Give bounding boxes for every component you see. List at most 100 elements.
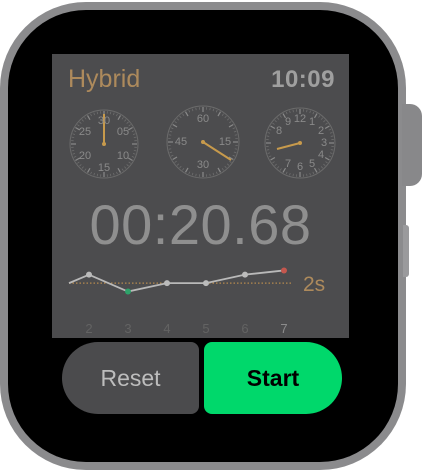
dial-tick (132, 133, 136, 135)
lap-number-label: 4 (163, 321, 170, 336)
dial-tick (274, 163, 277, 167)
dial-tick (169, 151, 173, 154)
dial-tick (226, 163, 230, 166)
dial-tick (312, 111, 315, 115)
dial-tick (188, 109, 191, 113)
dial-tick (289, 172, 291, 176)
dial-tick (131, 130, 135, 132)
dial-tick (292, 173, 294, 177)
dial-tick (215, 171, 218, 175)
dial-tick (77, 161, 80, 164)
dial-tick (234, 148, 238, 150)
dial-tick (224, 165, 227, 169)
lap-number-label: 7 (280, 321, 287, 336)
dial-tick (168, 134, 172, 136)
dial-tick (309, 110, 311, 114)
start-button[interactable]: Start (204, 342, 342, 414)
dial-tick (312, 171, 315, 175)
dial-tick (328, 128, 332, 131)
dial-label: 05 (116, 126, 130, 138)
dial-tick (234, 134, 238, 136)
dial-tick (268, 155, 272, 158)
digital-crown[interactable] (402, 104, 422, 186)
dial-tick (179, 165, 182, 169)
dial-tick (132, 153, 136, 155)
dial-tick (309, 172, 311, 176)
dial-tick (188, 171, 191, 175)
dial-tick (233, 130, 237, 133)
dial-label: 8 (275, 125, 283, 137)
dial-tick (121, 117, 124, 120)
dial-tick (209, 107, 211, 111)
dial-tick (90, 171, 92, 175)
dial-tick (195, 107, 197, 111)
dial-label: 20 (78, 150, 92, 162)
dial-tick (276, 117, 280, 120)
seconds-subdial: 30 05 10 15 20 25 (68, 108, 140, 180)
dial-tick (330, 135, 334, 137)
dial-tick (318, 168, 321, 171)
dial-tick (272, 122, 275, 125)
dial-tick (128, 161, 131, 164)
dial-label: 30 (97, 115, 111, 127)
dial-tick (285, 111, 288, 115)
dial-tick (323, 163, 326, 167)
dial-tick (117, 167, 122, 173)
dial-label: 1 (308, 116, 316, 128)
dial-tick (329, 132, 333, 134)
reset-button[interactable]: Reset (62, 342, 199, 414)
dial-tick (96, 111, 99, 115)
dial-tick (179, 115, 182, 119)
dial-tick (86, 167, 91, 173)
side-button[interactable] (403, 225, 409, 277)
dial-tick (81, 166, 84, 169)
lap-point (164, 280, 170, 287)
dial-tick (182, 113, 185, 116)
dial-tick (217, 111, 222, 117)
dial-label: 3 (320, 137, 328, 149)
dial-tick (113, 112, 115, 116)
dial-tick (84, 168, 87, 171)
dial-tick (109, 173, 112, 177)
dial-tick (176, 163, 180, 166)
dial-tick (324, 156, 330, 161)
dial-tick (279, 115, 282, 118)
dial-tick (270, 125, 276, 130)
lap-number-label: 6 (241, 321, 248, 336)
dial-tick (329, 152, 333, 154)
dial-tick (232, 127, 236, 130)
dial-tick (292, 109, 294, 113)
average-label: 2s (303, 273, 325, 296)
dial-tick (266, 149, 270, 151)
dial-tick (133, 136, 137, 139)
dial-label: 4 (317, 149, 325, 161)
dial-tick (184, 111, 189, 117)
dial-tick (174, 160, 177, 163)
dial-tick (276, 166, 280, 169)
dial-tick (169, 130, 173, 133)
dial-label: 25 (78, 126, 92, 138)
dial-tick (195, 173, 197, 177)
dial-label: 7 (284, 158, 292, 170)
dial-label: 12 (293, 113, 307, 125)
dial-tick (96, 173, 99, 177)
dial-tick (184, 167, 189, 173)
dial-tick (266, 135, 270, 137)
dial-tick (324, 125, 330, 130)
dial-tick (191, 108, 194, 112)
hours-subdial: 12 1 2 3 4 5 6 7 8 9 (263, 106, 337, 180)
dial-tick (93, 172, 95, 176)
dial-tick (330, 149, 334, 151)
dial-tick (279, 168, 282, 171)
dial-tick (320, 117, 324, 120)
dial-tick (124, 119, 127, 122)
dial-tick (191, 172, 194, 176)
dial-tick (126, 121, 129, 124)
dial-tick (84, 117, 87, 120)
stopwatch-screen: Hybrid 10:09 30 05 10 15 20 25 60 15 30 … (52, 54, 349, 338)
dial-tick (212, 108, 215, 112)
dial-label: 45 (174, 136, 188, 148)
dial-label: 10 (116, 150, 130, 162)
dial-tick (272, 161, 275, 164)
dial-tick (71, 136, 75, 139)
